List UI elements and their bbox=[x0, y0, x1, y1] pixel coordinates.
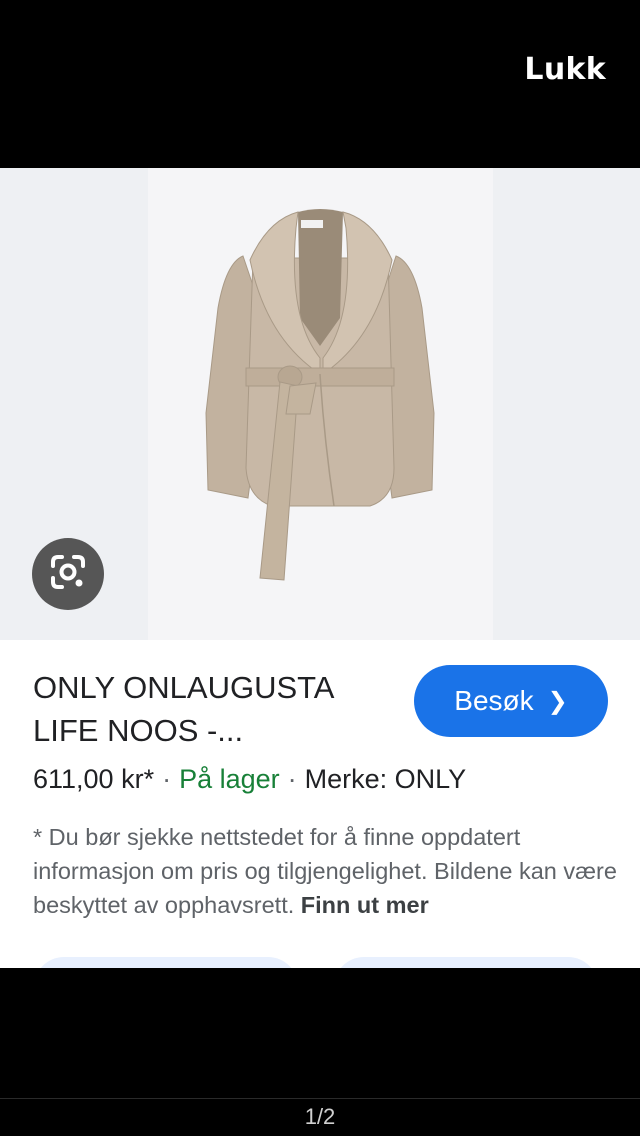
suggestion-chip[interactable] bbox=[334, 957, 598, 968]
google-lens-button[interactable] bbox=[32, 538, 104, 610]
divider bbox=[0, 1098, 640, 1099]
chevron-right-icon: ❯ bbox=[547, 687, 568, 715]
product-title[interactable]: ONLY ONLAUGUSTA LIFE NOOS -... bbox=[33, 666, 393, 752]
visit-label: Besøk bbox=[454, 685, 534, 716]
product-brand: Merke: ONLY bbox=[304, 764, 467, 794]
product-image[interactable] bbox=[148, 168, 493, 640]
product-price: 611,00 kr* bbox=[33, 764, 155, 794]
stock-status: På lager bbox=[179, 764, 280, 794]
result-panel: ONLY ONLAUGUSTA LIFE NOOS -... Besøk ❯ 6… bbox=[0, 168, 640, 968]
close-button[interactable]: Lukk bbox=[524, 52, 606, 87]
page-counter: 1/2 bbox=[304, 1104, 336, 1129]
visit-button[interactable]: Besøk ❯ bbox=[414, 665, 608, 737]
product-info: ONLY ONLAUGUSTA LIFE NOOS -... Besøk ❯ 6… bbox=[0, 640, 640, 968]
disclaimer-text: * Du bør sjekke nettstedet for å finne o… bbox=[33, 820, 618, 922]
top-bar: Lukk bbox=[0, 0, 640, 168]
suggestion-chip[interactable] bbox=[34, 957, 298, 968]
image-area bbox=[0, 168, 640, 640]
bottom-bar: 1/2 bbox=[0, 968, 640, 1136]
product-meta: 611,00 kr* · På lager · Merke: ONLY bbox=[33, 764, 467, 794]
learn-more-link[interactable]: Finn ut mer bbox=[301, 892, 429, 918]
google-lens-icon bbox=[48, 552, 88, 597]
